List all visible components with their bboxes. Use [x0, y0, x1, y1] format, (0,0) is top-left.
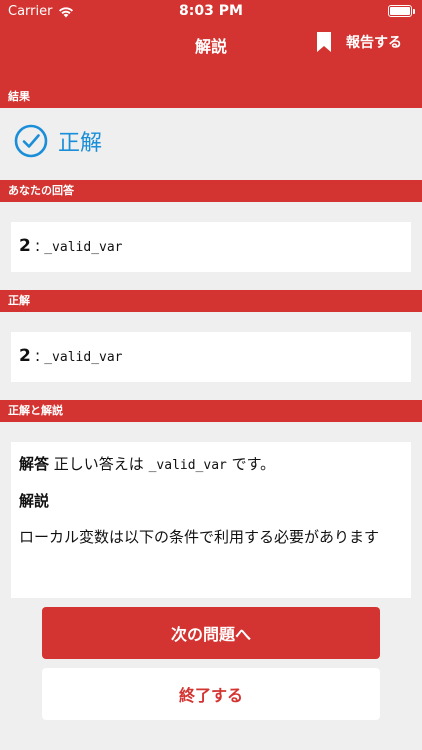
your-answer-code: _valid_var: [44, 240, 123, 255]
nav-bar: 解説 報告する: [0, 22, 422, 66]
result-row: 正解: [14, 124, 102, 158]
section-header-your-answer: あなたの回答: [0, 180, 422, 202]
your-answer-separator: :: [34, 236, 41, 255]
correct-answer-number: 2: [19, 346, 31, 366]
status-bar: Carrier 8:03 PM: [0, 0, 422, 22]
bookmark-icon: [317, 32, 331, 52]
report-button[interactable]: 報告する: [316, 32, 402, 52]
next-question-button[interactable]: 次の問題へ: [42, 607, 380, 659]
section-header-correct: 正解: [0, 290, 422, 312]
answer-suffix: です。: [231, 455, 276, 473]
your-answer-card: 2: _valid_var: [11, 222, 411, 272]
answer-label: 解答: [19, 455, 50, 473]
correct-answer-code: _valid_var: [44, 350, 123, 365]
check-circle-icon: [14, 124, 48, 158]
section-header-explanation: 正解と解説: [0, 400, 422, 422]
app-root: Carrier 8:03 PM 解説 報告する 結果 正解 あなたの回答 2:…: [0, 0, 422, 750]
status-time: 8:03 PM: [179, 3, 243, 19]
answer-statement: 解答 正しい答えは _valid_var です。: [19, 452, 403, 477]
answer-code: _valid_var: [148, 458, 227, 473]
report-label: 報告する: [346, 35, 402, 51]
correct-answer-card: 2: _valid_var: [11, 332, 411, 382]
answer-prefix: 正しい答えは: [53, 455, 144, 473]
top-bar: Carrier 8:03 PM 解説 報告する: [0, 0, 422, 86]
battery-icon: [388, 5, 415, 17]
correct-answer-line: 2: _valid_var: [11, 332, 411, 380]
correct-answer-separator: :: [34, 346, 41, 365]
explain-text: ローカル変数は以下の条件で利用する必要があります: [19, 527, 380, 546]
section-header-result: 結果: [0, 86, 422, 108]
finish-button[interactable]: 終了する: [42, 668, 380, 720]
explanation-card: 解答 正しい答えは _valid_var です。 解説 ローカル変数は以下の条件…: [11, 442, 411, 598]
your-answer-line: 2: _valid_var: [11, 222, 411, 270]
explain-label: 解説: [19, 491, 50, 510]
your-answer-number: 2: [19, 236, 31, 256]
result-text: 正解: [58, 131, 103, 156]
explanation-body: 解答 正しい答えは _valid_var です。 解説 ローカル変数は以下の条件…: [11, 442, 411, 571]
